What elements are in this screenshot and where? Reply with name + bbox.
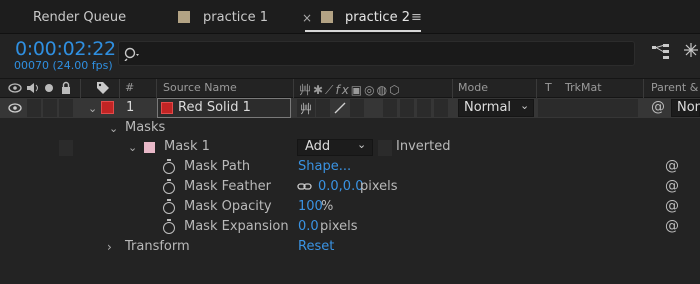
layer-name-text: Red Solid 1 <box>178 100 251 115</box>
tab-bar: Render Queue practice 1 × practice 2 ≡ <box>0 0 700 34</box>
layer-number: 1 <box>126 100 135 115</box>
layer-visibility-eye-icon[interactable] <box>8 103 22 113</box>
mask-mode-dropdown[interactable]: Add ⌄ <box>297 138 373 156</box>
mask-path-stopwatch-icon[interactable] <box>163 159 175 174</box>
solo-dot-icon[interactable] <box>44 83 54 93</box>
transform-group-label[interactable]: Transform <box>125 239 190 254</box>
mask-feather-pickwhip-icon[interactable]: @ <box>665 178 679 194</box>
mask-path-value[interactable]: Shape... <box>298 159 351 174</box>
mask-feather-label: Mask Feather <box>184 179 272 194</box>
3d-layer-switch[interactable] <box>434 99 448 117</box>
layer-mode-value: Normal <box>464 100 512 115</box>
parent-dropdown[interactable]: Non <box>671 99 700 117</box>
mask-opacity-stopwatch-icon[interactable] <box>163 199 175 214</box>
parent-value: Non <box>677 100 700 115</box>
mask-expansion-value[interactable]: 0.0 <box>298 219 319 234</box>
collapse-switch[interactable] <box>316 99 330 117</box>
layer-name-field[interactable]: Red Solid 1 <box>157 98 291 118</box>
audio-speaker-icon[interactable] <box>26 82 40 94</box>
layer-mode-dropdown[interactable]: Normal ⌄ <box>458 99 534 117</box>
mask-color-swatch[interactable] <box>144 142 155 153</box>
layer-expand-chevron-icon[interactable]: ⌄ <box>88 102 97 115</box>
mask-feather-value[interactable]: 0.0,0.0 <box>318 179 363 194</box>
layer-solo-switch[interactable] <box>43 99 57 117</box>
parent-pickwhip-icon[interactable]: @ <box>651 99 665 115</box>
layer-audio-switch[interactable] <box>27 99 41 117</box>
column-t-header[interactable]: T <box>545 81 552 94</box>
inverted-checkbox[interactable] <box>378 140 392 156</box>
chevron-down-icon: ⌄ <box>520 99 530 112</box>
lock-icon[interactable] <box>60 81 72 95</box>
mask-opacity-pickwhip-icon[interactable]: @ <box>665 198 679 214</box>
search-input[interactable] <box>118 41 635 66</box>
trkmat-dropdown[interactable] <box>538 99 638 117</box>
transform-expand-chevron-icon[interactable]: › <box>107 240 112 254</box>
inverted-label: Inverted <box>396 139 451 154</box>
column-number-header[interactable]: # <box>125 81 134 94</box>
mask-path-label: Mask Path <box>184 159 251 174</box>
tab-practice-2-label: practice 2 <box>345 10 410 25</box>
mask1-expand-chevron-icon[interactable]: ⌄ <box>128 141 137 154</box>
tab-practice-1-label: practice 1 <box>203 10 268 25</box>
current-time-display[interactable]: 0:00:02:22 <box>15 38 116 60</box>
transform-reset-link[interactable]: Reset <box>298 239 334 254</box>
column-mode-header[interactable]: Mode <box>458 81 488 94</box>
masks-group-label[interactable]: Masks <box>125 120 165 135</box>
mask-expansion-stopwatch-icon[interactable] <box>163 219 175 234</box>
frame-blend-switch[interactable] <box>383 99 397 117</box>
mask-feather-unit: pixels <box>360 179 398 194</box>
column-header-row: # Source Name ⾋✱⟋fx▣◎◍⬡ Mode T TrkMat Pa… <box>0 78 700 99</box>
search-icon <box>124 47 139 61</box>
tab-render-queue[interactable]: Render Queue <box>33 0 126 34</box>
mask-feather-stopwatch-icon[interactable] <box>163 179 175 194</box>
label-tag-icon[interactable] <box>96 81 110 95</box>
column-source-name-header[interactable]: Source Name <box>163 81 237 94</box>
frame-rate-display: 00070 (24.00 fps) <box>14 59 113 72</box>
layer-label-color[interactable] <box>101 101 114 114</box>
quality-slash-icon[interactable] <box>333 101 347 115</box>
active-tab-indicator <box>305 30 421 32</box>
comp-color-swatch <box>178 11 190 23</box>
mask-opacity-unit: % <box>321 199 334 214</box>
constrain-link-icon[interactable] <box>297 182 313 192</box>
mask-opacity-label: Mask Opacity <box>184 199 272 214</box>
tab-render-queue-label: Render Queue <box>33 10 127 25</box>
switches-icons-header[interactable]: ⾋✱⟋fx▣◎◍⬡ <box>299 81 402 98</box>
close-tab-icon[interactable]: × <box>302 0 312 34</box>
chevron-down-icon: ⌄ <box>357 138 367 151</box>
mask1-label[interactable]: Mask 1 <box>164 139 210 154</box>
layer-lock-switch[interactable] <box>59 99 73 117</box>
effect-switch[interactable] <box>350 99 364 117</box>
draft-3d-icon[interactable] <box>683 42 699 60</box>
mask-opacity-value[interactable]: 100 <box>298 199 323 214</box>
column-trkmat-header[interactable]: TrkMat <box>565 81 602 94</box>
mask-expansion-label: Mask Expansion <box>184 219 289 234</box>
shy-icon: ⾋ <box>300 102 313 116</box>
motion-blur-switch[interactable] <box>400 99 414 117</box>
tab-menu-icon[interactable]: ≡ <box>411 0 422 34</box>
mask-mode-value: Add <box>305 139 331 154</box>
masks-expand-chevron-icon[interactable]: ⌄ <box>109 122 118 135</box>
tab-practice-1[interactable]: practice 1 <box>203 0 268 34</box>
mask-path-pickwhip-icon[interactable]: @ <box>665 158 679 174</box>
flowchart-icon[interactable] <box>651 43 671 61</box>
mask-lock-switch[interactable] <box>59 140 73 156</box>
solid-color-icon <box>161 102 173 114</box>
adjustment-switch[interactable] <box>417 99 431 117</box>
column-parent-header[interactable]: Parent & L <box>651 81 700 94</box>
comp-color-swatch-active <box>321 11 333 23</box>
video-eye-icon[interactable] <box>8 83 22 93</box>
mask-expansion-unit: pixels <box>320 219 358 234</box>
tab-practice-2[interactable]: practice 2 <box>345 0 410 34</box>
mask-expansion-pickwhip-icon[interactable]: @ <box>665 218 679 234</box>
